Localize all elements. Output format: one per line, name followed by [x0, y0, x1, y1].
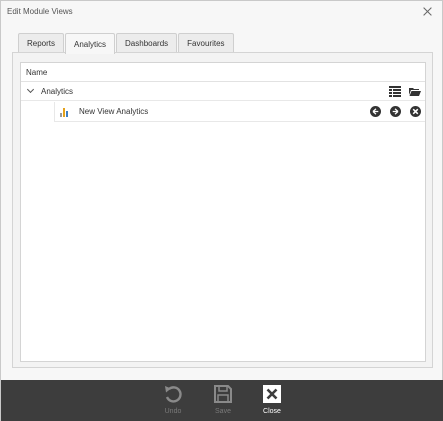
group-row-analytics[interactable]: Analytics: [21, 82, 425, 101]
tab-reports[interactable]: Reports: [18, 33, 65, 53]
group-label: Analytics: [41, 86, 74, 96]
name-column-header[interactable]: Name: [21, 63, 425, 82]
close-button[interactable]: Close: [252, 384, 292, 415]
edit-module-views-dialog: Edit Module Views Reports Analytics Dash…: [0, 0, 443, 421]
views-tree-grid: Name Analytics New View Analytics: [20, 62, 426, 362]
arrow-left-icon[interactable]: [370, 106, 381, 117]
view-label: New View Analytics: [79, 107, 149, 116]
remove-icon[interactable]: [410, 106, 421, 117]
name-column-header-label: Name: [26, 67, 48, 77]
close-icon[interactable]: [421, 5, 434, 18]
tab-dashboards[interactable]: Dashboards: [116, 33, 178, 53]
footer-toolbar: Undo Save Close: [1, 380, 443, 421]
floppy-disk-icon: [214, 385, 232, 403]
analytics-tab-panel: Name Analytics New View Analytics: [12, 52, 433, 368]
dialog-title: Edit Module Views: [7, 7, 73, 16]
close-label: Close: [263, 408, 281, 415]
undo-icon: [165, 386, 182, 403]
arrow-right-icon[interactable]: [390, 106, 401, 117]
save-label: Save: [215, 408, 231, 415]
bar-chart-icon: [60, 107, 70, 117]
tab-bar: Reports Analytics Dashboards Favourites: [18, 33, 235, 54]
item-actions: [370, 106, 421, 117]
open-folder-icon[interactable]: [409, 85, 421, 97]
tab-analytics[interactable]: Analytics: [65, 33, 116, 54]
save-button[interactable]: Save: [203, 384, 243, 415]
list-item[interactable]: New View Analytics: [54, 102, 425, 122]
tab-favourites[interactable]: Favourites: [178, 33, 234, 53]
undo-button[interactable]: Undo: [153, 384, 193, 415]
columns-icon[interactable]: [389, 85, 401, 97]
undo-label: Undo: [164, 408, 182, 415]
group-actions: [389, 85, 421, 97]
close-box-icon: [263, 385, 281, 403]
chevron-down-icon[interactable]: [25, 82, 39, 101]
